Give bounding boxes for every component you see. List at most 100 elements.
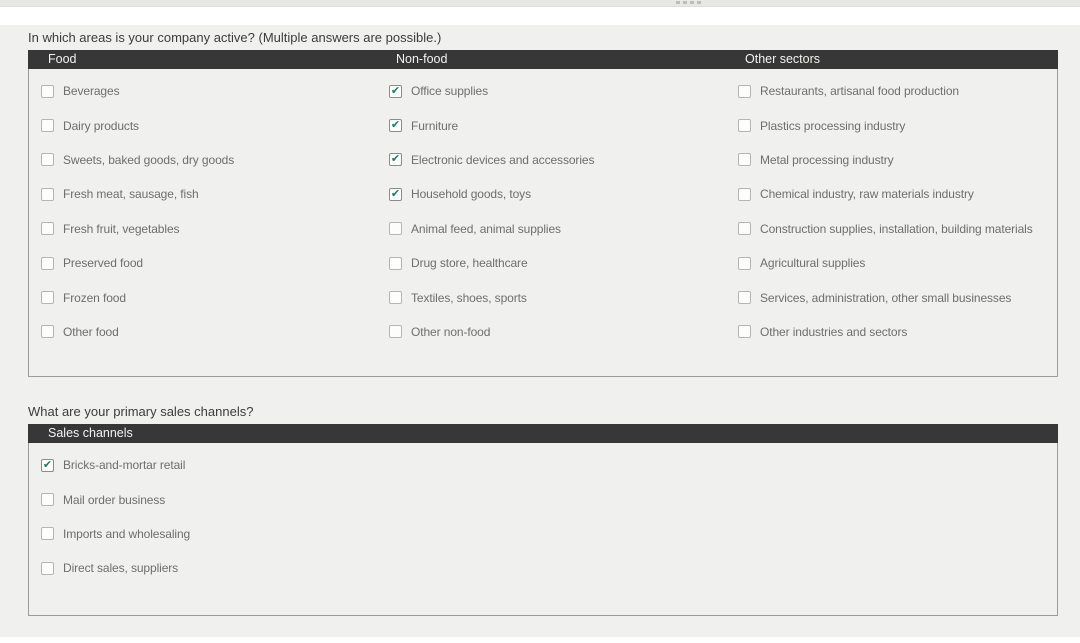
checkbox[interactable] [738, 187, 751, 201]
checkbox-label[interactable]: Fresh fruit, vegetables [63, 222, 180, 236]
checkbox[interactable] [41, 84, 54, 98]
checkbox-label[interactable]: Chemical industry, raw materials industr… [760, 187, 974, 201]
checkbox-label[interactable]: Drug store, healthcare [411, 256, 528, 270]
checkbox[interactable] [41, 325, 54, 339]
checkbox-row: Construction supplies, installation, bui… [726, 212, 1057, 246]
checkbox-row: Chemical industry, raw materials industr… [726, 177, 1057, 211]
checkbox-row: Metal processing industry [726, 143, 1057, 177]
checkbox-row: Restaurants, artisanal food production [726, 74, 1057, 108]
checkbox-row: Sweets, baked goods, dry goods [29, 143, 377, 177]
column-non-food: Office supplies Furniture Electronic dev… [377, 74, 726, 376]
column-header-non-food: Non-food [396, 52, 448, 66]
checkbox-row: Other industries and sectors [726, 315, 1057, 349]
checkbox-label[interactable]: Electronic devices and accessories [411, 153, 594, 167]
checkbox-row: Direct sales, suppliers [29, 551, 1057, 585]
checkbox[interactable] [389, 325, 402, 339]
column-header-food: Food [48, 52, 77, 66]
column-food: Beverages Dairy products Sweets, baked g… [29, 74, 377, 376]
column-header-sales-channels: Sales channels [48, 426, 133, 440]
checkbox-row: Dairy products [29, 108, 377, 142]
column-other-sectors: Restaurants, artisanal food production P… [726, 74, 1057, 376]
checkbox-label[interactable]: Other non-food [411, 325, 490, 339]
form-panel: In which areas is your company active? (… [0, 25, 1080, 637]
checkbox-row: Beverages [29, 74, 377, 108]
checkbox-label[interactable]: Preserved food [63, 256, 143, 270]
checkbox[interactable] [738, 325, 751, 339]
checkbox-label[interactable]: Frozen food [63, 291, 126, 305]
checkbox-row: Plastics processing industry [726, 108, 1057, 142]
checkbox-label[interactable]: Sweets, baked goods, dry goods [63, 153, 234, 167]
checkbox-label[interactable]: Office supplies [411, 84, 488, 98]
page-top-bar [0, 0, 1080, 7]
sales-channels-table-header: Sales channels [28, 424, 1058, 443]
checkbox[interactable] [41, 119, 54, 133]
column-sales-channels: Bricks-and-mortar retail Mail order busi… [29, 448, 1057, 615]
checkbox-label[interactable]: Construction supplies, installation, bui… [760, 222, 1033, 236]
areas-table: Food Non-food Other sectors Beverages Da… [28, 50, 1058, 377]
checkbox-label[interactable]: Mail order business [63, 493, 165, 507]
checkbox-label[interactable]: Metal processing industry [760, 153, 894, 167]
checkbox[interactable] [41, 222, 54, 236]
checkbox-row: Animal feed, animal supplies [377, 212, 726, 246]
checkbox-row: Electronic devices and accessories [377, 143, 726, 177]
checkbox[interactable] [389, 153, 402, 167]
checkbox[interactable] [389, 291, 402, 305]
checkbox[interactable] [41, 561, 54, 575]
areas-table-body: Beverages Dairy products Sweets, baked g… [28, 69, 1058, 377]
checkbox[interactable] [41, 256, 54, 270]
checkbox-label[interactable]: Plastics processing industry [760, 119, 905, 133]
column-header-other-sectors: Other sectors [745, 52, 821, 66]
checkbox[interactable] [41, 153, 54, 167]
checkbox-row: Bricks-and-mortar retail [29, 448, 1057, 482]
question-sales-channels: What are your primary sales channels? [28, 404, 254, 419]
checkbox-row: Fresh meat, sausage, fish [29, 177, 377, 211]
checkbox-row: Office supplies [377, 74, 726, 108]
checkbox[interactable] [41, 493, 54, 507]
checkbox-label[interactable]: Restaurants, artisanal food production [760, 84, 959, 98]
areas-table-header: Food Non-food Other sectors [28, 50, 1058, 69]
checkbox[interactable] [41, 187, 54, 201]
checkbox-label[interactable]: Services, administration, other small bu… [760, 291, 1011, 305]
checkbox[interactable] [389, 84, 402, 98]
checkbox-label[interactable]: Furniture [411, 119, 458, 133]
checkbox-label[interactable]: Other industries and sectors [760, 325, 907, 339]
checkbox[interactable] [389, 256, 402, 270]
checkbox-label[interactable]: Direct sales, suppliers [63, 561, 178, 575]
checkbox-label[interactable]: Dairy products [63, 119, 139, 133]
checkbox[interactable] [738, 84, 751, 98]
checkbox[interactable] [41, 527, 54, 541]
checkbox-row: Household goods, toys [377, 177, 726, 211]
checkbox-row: Fresh fruit, vegetables [29, 212, 377, 246]
checkbox-row: Furniture [377, 108, 726, 142]
checkbox-row: Other non-food [377, 315, 726, 349]
checkbox-row: Other food [29, 315, 377, 349]
checkbox-label[interactable]: Bricks-and-mortar retail [63, 458, 185, 472]
checkbox[interactable] [738, 119, 751, 133]
checkbox[interactable] [738, 222, 751, 236]
checkbox-label[interactable]: Textiles, shoes, sports [411, 291, 527, 305]
checkbox-label[interactable]: Household goods, toys [411, 187, 531, 201]
checkbox[interactable] [738, 153, 751, 167]
checkbox-row: Imports and wholesaling [29, 517, 1057, 551]
checkbox-row: Agricultural supplies [726, 246, 1057, 280]
drag-handle-dots-icon[interactable] [676, 1, 704, 4]
checkbox-label[interactable]: Fresh meat, sausage, fish [63, 187, 199, 201]
checkbox-label[interactable]: Other food [63, 325, 119, 339]
question-company-areas: In which areas is your company active? (… [28, 30, 442, 45]
checkbox-row: Drug store, healthcare [377, 246, 726, 280]
checkbox[interactable] [738, 291, 751, 305]
checkbox-label[interactable]: Agricultural supplies [760, 256, 865, 270]
checkbox-label[interactable]: Beverages [63, 84, 120, 98]
checkbox-label[interactable]: Imports and wholesaling [63, 527, 190, 541]
checkbox-label[interactable]: Animal feed, animal supplies [411, 222, 561, 236]
checkbox[interactable] [389, 187, 402, 201]
checkbox[interactable] [389, 222, 402, 236]
checkbox-row: Mail order business [29, 482, 1057, 516]
checkbox[interactable] [389, 119, 402, 133]
checkbox-row: Textiles, shoes, sports [377, 280, 726, 314]
checkbox-row: Preserved food [29, 246, 377, 280]
checkbox[interactable] [41, 291, 54, 305]
checkbox[interactable] [738, 256, 751, 270]
checkbox-row: Frozen food [29, 280, 377, 314]
checkbox[interactable] [41, 458, 54, 472]
